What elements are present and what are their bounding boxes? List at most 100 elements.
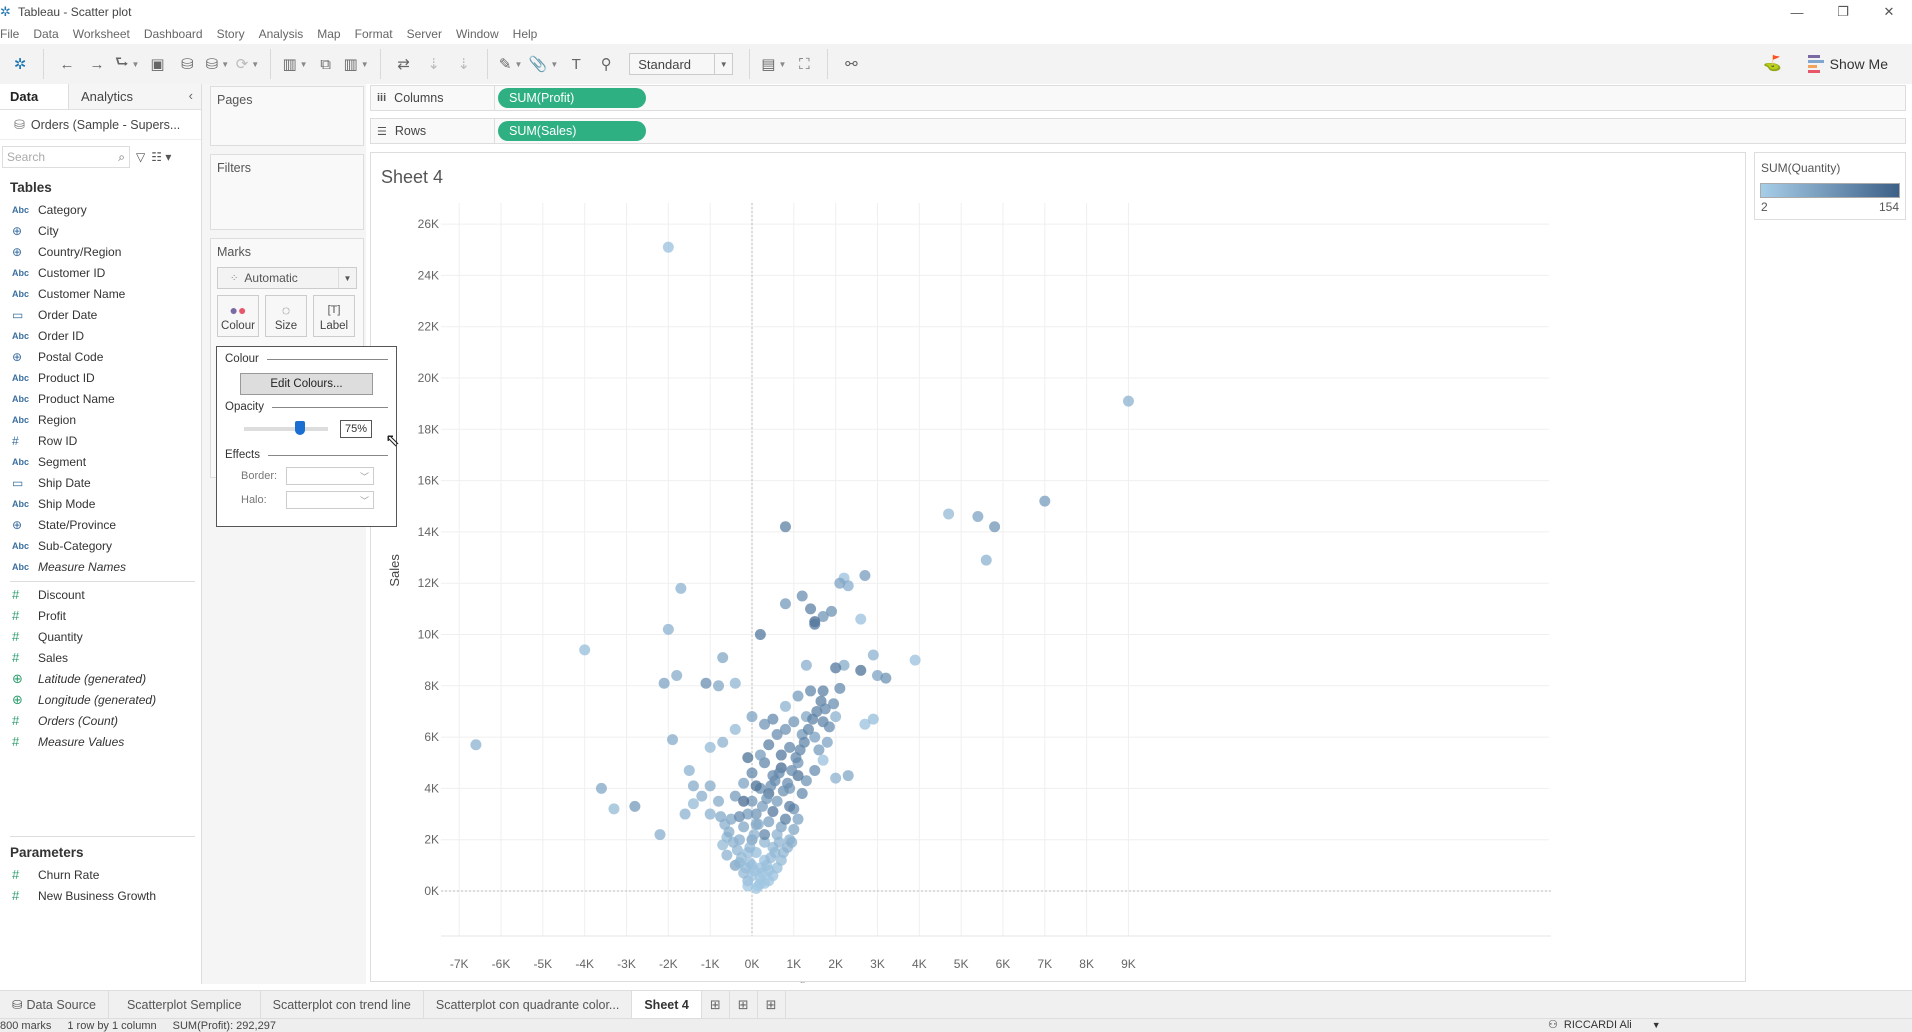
rows-pill[interactable]: SUM(Sales): [498, 121, 646, 141]
field-item[interactable]: ▭ Ship Date: [0, 472, 201, 493]
menu-story[interactable]: Story: [217, 24, 253, 44]
data-point[interactable]: [809, 764, 821, 776]
field-item[interactable]: Abc Category: [0, 199, 201, 220]
opacity-slider[interactable]: [244, 421, 328, 435]
data-point[interactable]: [721, 849, 733, 861]
data-point[interactable]: [715, 811, 727, 823]
show-cards-icon[interactable]: ▤ ▼: [761, 50, 786, 78]
field-item[interactable]: Abc Customer ID: [0, 262, 201, 283]
data-point[interactable]: [662, 623, 674, 635]
field-item[interactable]: ⊕ State/Province: [0, 514, 201, 535]
data-point[interactable]: [696, 790, 708, 802]
label-button[interactable]: [T] Label: [313, 295, 355, 337]
data-point[interactable]: [748, 829, 760, 841]
field-item[interactable]: ▭ Order Date: [0, 304, 201, 325]
data-point[interactable]: [629, 800, 641, 812]
field-item[interactable]: Abc Region: [0, 409, 201, 430]
refresh-icon[interactable]: ⟳ ▼: [235, 50, 260, 78]
data-point[interactable]: [754, 629, 766, 640]
fit-select[interactable]: Standard ▼: [629, 53, 734, 75]
data-point[interactable]: [779, 521, 791, 533]
data-point[interactable]: [842, 770, 854, 782]
new-datasource-icon[interactable]: ⛁: [175, 50, 199, 78]
data-point[interactable]: [763, 739, 775, 751]
data-point[interactable]: [784, 741, 796, 753]
data-point[interactable]: [802, 723, 814, 735]
field-item[interactable]: # Sales: [0, 647, 201, 668]
data-point[interactable]: [595, 782, 607, 794]
data-point[interactable]: [750, 780, 762, 792]
new-dashboard-icon[interactable]: ⊞: [730, 991, 758, 1018]
menu-server[interactable]: Server: [407, 24, 450, 44]
tab-sheet-4[interactable]: Sheet 4: [632, 991, 702, 1018]
collapse-pane-icon[interactable]: ‹: [189, 88, 193, 103]
datasource-item[interactable]: ⛁ Orders (Sample - Supers...: [0, 110, 201, 140]
data-point[interactable]: [729, 723, 741, 735]
data-point[interactable]: [779, 700, 791, 712]
share-icon[interactable]: ⚯: [839, 50, 863, 78]
data-point[interactable]: [658, 677, 670, 689]
field-item[interactable]: # Profit: [0, 605, 201, 626]
columns-shelf[interactable]: iii Columns SUM(Profit): [370, 85, 1906, 111]
clear-sheet-icon[interactable]: ▥ ▼: [344, 50, 369, 78]
menu-format[interactable]: Format: [355, 24, 401, 44]
field-item[interactable]: Abc Order ID: [0, 325, 201, 346]
data-point[interactable]: [786, 764, 798, 776]
data-point[interactable]: [654, 829, 666, 841]
field-item[interactable]: # Measure Values: [0, 731, 201, 752]
data-point[interactable]: [713, 795, 725, 807]
data-point[interactable]: [800, 659, 812, 671]
new-worksheet-icon[interactable]: ⊞: [702, 991, 730, 1018]
menu-data[interactable]: Data: [33, 24, 66, 44]
data-point[interactable]: [782, 777, 794, 789]
field-item[interactable]: # Orders (Count): [0, 710, 201, 731]
menu-dashboard[interactable]: Dashboard: [144, 24, 211, 44]
data-point[interactable]: [834, 682, 846, 694]
mark-type-select[interactable]: ⁘ Automatic ▼: [217, 267, 357, 289]
field-item[interactable]: ⊕ City: [0, 220, 201, 241]
data-point[interactable]: [662, 241, 674, 253]
data-point[interactable]: [679, 808, 691, 820]
data-point[interactable]: [767, 713, 779, 725]
restore-button[interactable]: ❐: [1820, 0, 1866, 24]
data-point[interactable]: [817, 754, 829, 766]
data-point[interactable]: [746, 767, 758, 779]
menu-help[interactable]: Help: [513, 24, 546, 44]
data-point[interactable]: [717, 652, 729, 664]
data-point[interactable]: [779, 813, 791, 825]
data-point[interactable]: [855, 613, 867, 625]
data-point[interactable]: [809, 618, 821, 630]
data-point[interactable]: [761, 793, 773, 805]
data-point[interactable]: [470, 739, 482, 751]
data-point[interactable]: [704, 741, 716, 753]
data-point[interactable]: [579, 644, 591, 656]
tab-scatterplot-semplice[interactable]: Scatterplot Semplice: [109, 991, 261, 1018]
tab-analytics[interactable]: Analytics: [68, 84, 201, 109]
data-point[interactable]: [980, 554, 992, 566]
data-point[interactable]: [779, 598, 791, 610]
data-point[interactable]: [798, 736, 810, 748]
data-point[interactable]: [830, 772, 842, 784]
edit-colours-button[interactable]: Edit Colours...: [240, 373, 373, 395]
data-point[interactable]: [796, 590, 808, 602]
field-item[interactable]: Abc Product Name: [0, 388, 201, 409]
tab-scatterplot-trend-line[interactable]: Scatterplot con trend line: [261, 991, 424, 1018]
data-point[interactable]: [742, 752, 754, 764]
data-point[interactable]: [738, 795, 750, 807]
data-point[interactable]: [746, 711, 758, 723]
data-point[interactable]: [828, 698, 840, 710]
size-button[interactable]: ◌ Size: [265, 295, 307, 337]
swap-rows-columns-icon[interactable]: ⇄: [392, 50, 416, 78]
highlight-icon[interactable]: ✎ ▼: [499, 50, 523, 78]
data-point[interactable]: [880, 672, 892, 684]
view-options-icon[interactable]: ☷ ▾: [151, 150, 171, 164]
pages-card[interactable]: Pages: [210, 86, 364, 146]
field-item[interactable]: Abc Ship Mode: [0, 493, 201, 514]
data-point[interactable]: [792, 813, 804, 825]
data-point[interactable]: [867, 649, 879, 661]
data-point[interactable]: [683, 764, 695, 776]
data-point[interactable]: [1039, 495, 1051, 507]
data-point[interactable]: [943, 508, 955, 520]
redo-icon[interactable]: →: [85, 50, 109, 78]
data-point[interactable]: [823, 721, 835, 733]
